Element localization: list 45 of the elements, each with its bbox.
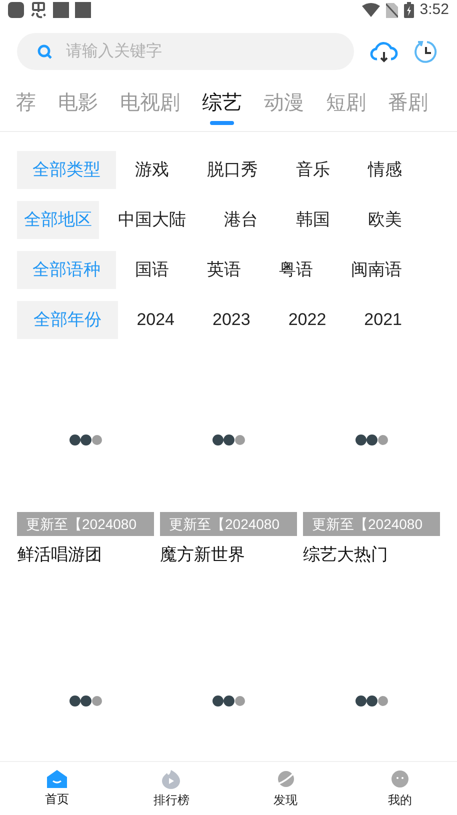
nav-tab[interactable]: 我的 xyxy=(342,762,457,815)
filter-option[interactable]: 情感 xyxy=(368,151,402,189)
notification-icon xyxy=(30,2,47,18)
wifi-icon xyxy=(362,3,380,17)
update-label: 更新至【2024080 xyxy=(160,512,297,536)
search-icon xyxy=(37,44,53,60)
show-title[interactable]: 魔方新世界 xyxy=(160,542,297,568)
filter-option[interactable]: 港台 xyxy=(224,201,258,239)
loading-dots-icon xyxy=(68,695,102,707)
filter-option[interactable]: 2021 xyxy=(364,301,402,339)
filter-option[interactable]: 粤语 xyxy=(279,251,313,289)
filter-option[interactable]: 闽南语 xyxy=(351,251,402,289)
loading-dots-icon xyxy=(212,695,246,707)
filter-option[interactable]: 音乐 xyxy=(296,151,330,189)
cloud-download-icon xyxy=(370,40,398,62)
download-button[interactable] xyxy=(370,40,398,64)
no-sim-icon xyxy=(386,2,398,18)
loading-dots-icon xyxy=(354,695,388,707)
filter-option[interactable]: 欧美 xyxy=(368,201,402,239)
show-title[interactable]: 综艺大热门 xyxy=(303,542,440,568)
nav-tab[interactable]: 排行榜 xyxy=(114,762,228,815)
tab-indicator xyxy=(210,121,234,125)
loading-dots-icon xyxy=(354,434,388,446)
filter-option[interactable]: 2022 xyxy=(288,301,326,339)
loading-dots-icon xyxy=(68,434,102,446)
notification-icon xyxy=(75,2,91,18)
update-label: 更新至【2024080 xyxy=(303,512,440,536)
filter-option[interactable]: 韩国 xyxy=(296,201,330,239)
filter-option[interactable]: 脱口秀 xyxy=(207,151,258,189)
filter-option[interactable]: 国语 xyxy=(135,251,169,289)
filter-option[interactable]: 游戏 xyxy=(135,151,169,189)
filter-option[interactable]: 2023 xyxy=(212,301,250,339)
search-field[interactable]: 请输入关键字 xyxy=(17,33,354,70)
nav-tab[interactable]: 首页 xyxy=(0,762,114,815)
status-time: 3:52 xyxy=(420,0,449,20)
filter-option[interactable]: 英语 xyxy=(207,251,241,289)
show-title[interactable]: 鲜活唱游团 xyxy=(17,542,154,568)
category-tab[interactable]: 综艺 xyxy=(202,89,242,117)
update-label: 更新至【2024080 xyxy=(17,512,154,536)
loading-dots-icon xyxy=(212,434,246,446)
notification-icon xyxy=(8,2,24,18)
nav-tab[interactable]: 发现 xyxy=(228,762,343,815)
filter-option[interactable]: 中国大陆 xyxy=(118,201,186,239)
notification-icon xyxy=(53,2,69,18)
filter-option[interactable]: 2024 xyxy=(136,301,175,339)
